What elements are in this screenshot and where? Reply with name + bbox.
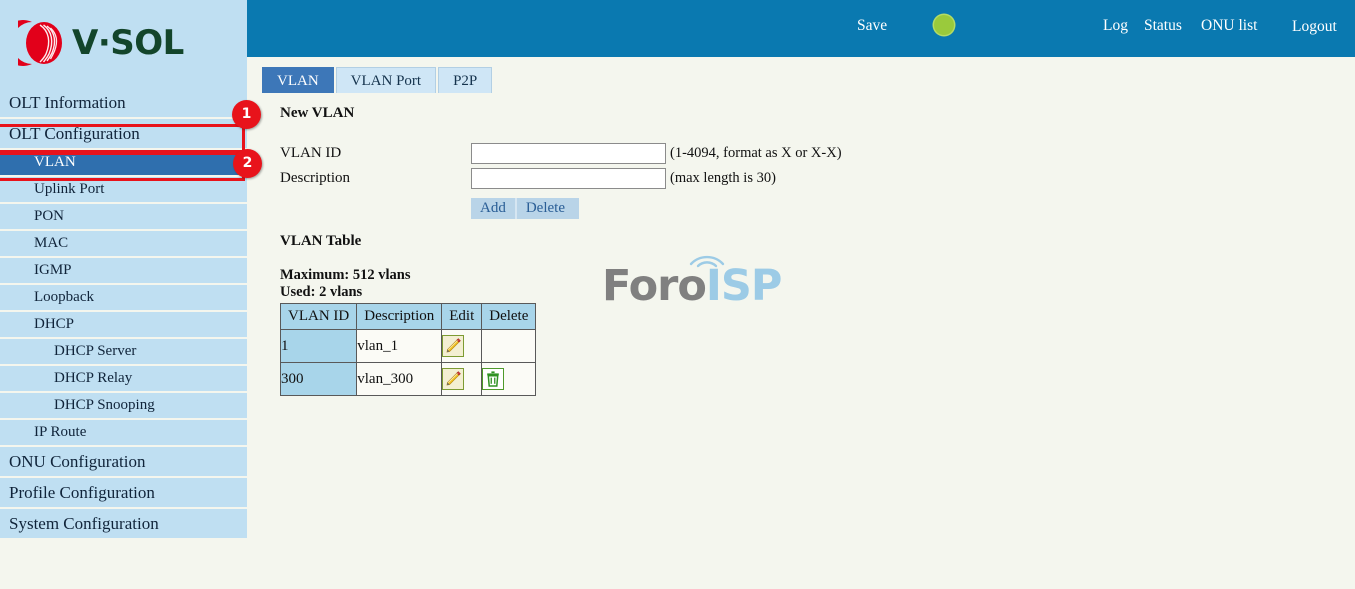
sidebar-item-label: Loopback: [34, 289, 94, 305]
annotation-badge-2: 2: [233, 149, 262, 178]
top-header: Save Log Status ONU list Logout: [247, 0, 1355, 57]
delete-button[interactable]: Delete: [516, 198, 579, 219]
edit-pencil-icon[interactable]: [442, 368, 465, 390]
sidebar-item-pon[interactable]: PON: [0, 204, 247, 229]
sidebar-item-dhcp-relay[interactable]: DHCP Relay: [0, 366, 247, 391]
vlan-id-hint: (1-4094, format as X or X-X): [670, 145, 842, 161]
sidebar-nav: OLT Information OLT Configuration VLAN U…: [0, 88, 247, 538]
sidebar-item-system-configuration[interactable]: System Configuration: [0, 509, 247, 538]
sidebar-item-uplink-port[interactable]: Uplink Port: [0, 177, 247, 202]
description-hint: (max length is 30): [670, 170, 776, 186]
table-row: 300 vlan_300: [279, 362, 537, 396]
cell-delete: [481, 329, 537, 363]
cell-vlan-id: 300: [279, 362, 358, 396]
vsol-swirl-icon: [1, 18, 65, 68]
add-button[interactable]: Add: [471, 198, 517, 219]
sidebar-item-label: DHCP Server: [54, 343, 137, 359]
form-button-row: Add Delete: [471, 198, 579, 219]
onu-list-link[interactable]: ONU list: [1201, 17, 1257, 35]
vlan-table-heading: VLAN Table: [280, 233, 362, 249]
sidebar-item-onu-configuration[interactable]: ONU Configuration: [0, 447, 247, 476]
brand-logo[interactable]: V·SOL: [1, 18, 184, 68]
sidebar-item-dhcp-server[interactable]: DHCP Server: [0, 339, 247, 364]
sidebar-item-label: IP Route: [34, 424, 87, 440]
sidebar-item-label: DHCP Snooping: [54, 397, 155, 413]
sidebar-item-olt-information[interactable]: OLT Information: [0, 88, 247, 117]
description-label: Description: [280, 170, 350, 186]
sidebar-item-dhcp-snooping[interactable]: DHCP Snooping: [0, 393, 247, 418]
annotation-badge-1: 1: [232, 100, 261, 129]
main-content: VLAN VLAN Port P2P New VLAN VLAN ID (1-4…: [247, 57, 1355, 589]
tab-vlan-port[interactable]: VLAN Port: [335, 67, 437, 93]
brand-name: V·SOL: [72, 23, 184, 63]
sidebar-item-label: Profile Configuration: [9, 483, 155, 502]
sidebar-item-label: VLAN: [34, 154, 76, 170]
sidebar-item-mac[interactable]: MAC: [0, 231, 247, 256]
column-header-edit: Edit: [441, 303, 483, 330]
cell-delete: [481, 362, 537, 396]
sidebar-item-ip-route[interactable]: IP Route: [0, 420, 247, 445]
column-header-vlan-id: VLAN ID: [279, 303, 358, 330]
new-vlan-heading: New VLAN: [280, 105, 355, 121]
description-input[interactable]: [471, 168, 666, 189]
status-dot-icon: [934, 15, 954, 35]
cell-description: vlan_1: [356, 329, 443, 363]
sidebar-item-label: PON: [34, 208, 65, 224]
vlan-id-input[interactable]: [471, 143, 666, 164]
save-button[interactable]: Save: [857, 17, 887, 35]
maximum-vlans-text: Maximum: 512 vlans: [280, 267, 411, 283]
cell-description: vlan_300: [356, 362, 443, 396]
sidebar-item-label: DHCP Relay: [54, 370, 133, 386]
sidebar-item-olt-configuration[interactable]: OLT Configuration: [0, 119, 247, 148]
sidebar-item-label: Uplink Port: [34, 181, 105, 197]
tab-p2p[interactable]: P2P: [438, 67, 493, 93]
column-header-description: Description: [356, 303, 443, 330]
cell-edit: [441, 362, 483, 396]
tab-vlan[interactable]: VLAN: [262, 67, 334, 93]
logo-bar: V·SOL: [0, 0, 247, 88]
vlan-id-label: VLAN ID: [280, 145, 342, 161]
tab-strip: VLAN VLAN Port P2P: [262, 67, 494, 93]
sidebar-item-loopback[interactable]: Loopback: [0, 285, 247, 310]
sidebar-item-label: MAC: [34, 235, 69, 251]
sidebar-item-vlan[interactable]: VLAN: [0, 150, 247, 175]
sidebar-item-label: OLT Configuration: [9, 124, 140, 143]
log-link[interactable]: Log: [1103, 17, 1128, 35]
logout-link[interactable]: Logout: [1292, 18, 1337, 36]
sidebar-item-dhcp[interactable]: DHCP: [0, 312, 247, 337]
sidebar-item-label: ONU Configuration: [9, 452, 146, 471]
sidebar-item-label: DHCP: [34, 316, 75, 332]
status-link[interactable]: Status: [1144, 17, 1182, 35]
wifi-waves-icon: [689, 255, 725, 268]
edit-pencil-icon[interactable]: [442, 335, 465, 357]
trash-icon[interactable]: [482, 368, 505, 390]
vlan-counters: Maximum: 512 vlans Used: 2 vlans: [280, 267, 411, 301]
used-vlans-text: Used: 2 vlans: [280, 284, 363, 300]
cell-vlan-id: 1: [279, 329, 358, 363]
vlan-table: VLAN ID Description Edit Delete 1 vlan_1: [279, 303, 537, 396]
sidebar-item-igmp[interactable]: IGMP: [0, 258, 247, 283]
column-header-delete: Delete: [481, 303, 537, 330]
cell-edit: [441, 329, 483, 363]
sidebar-item-profile-configuration[interactable]: Profile Configuration: [0, 478, 247, 507]
sidebar-item-label: System Configuration: [9, 514, 159, 533]
sidebar-item-label: OLT Information: [9, 93, 126, 112]
table-header-row: VLAN ID Description Edit Delete: [279, 303, 537, 330]
foroisp-watermark: ForoISP: [602, 255, 782, 308]
sidebar-item-label: IGMP: [34, 262, 72, 278]
table-row: 1 vlan_1: [279, 329, 537, 363]
